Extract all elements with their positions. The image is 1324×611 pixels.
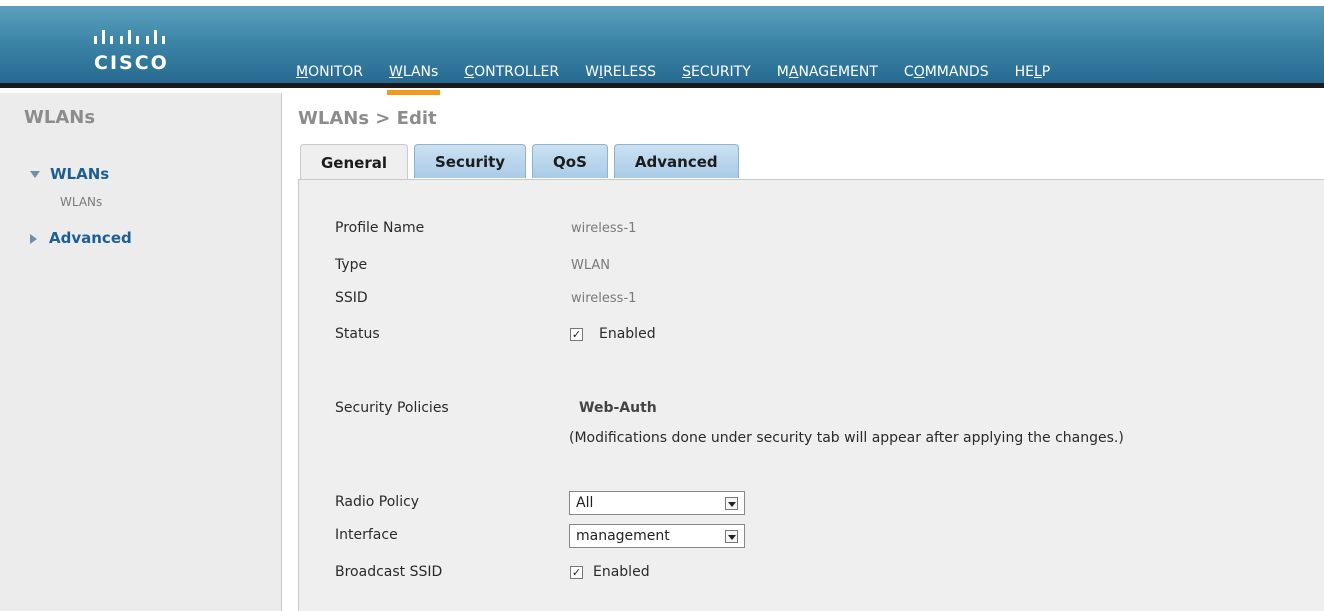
nav-help[interactable]: HELP	[1015, 64, 1051, 80]
nav-controller[interactable]: CONTROLLER	[464, 64, 559, 80]
nav-underline	[0, 83, 1324, 88]
tab-bar: General Security QoS Advanced	[300, 144, 745, 180]
cisco-logo: CISCO	[90, 24, 180, 84]
interface-label: Interface	[335, 527, 398, 543]
nav-security[interactable]: SECURITY	[682, 64, 751, 80]
expand-down-icon	[30, 171, 40, 178]
nav-management[interactable]: MANAGEMENT	[777, 64, 878, 80]
tab-qos[interactable]: QoS	[532, 144, 608, 178]
radio-policy-select[interactable]: All	[569, 491, 745, 515]
nav-wlans[interactable]: WLANs	[387, 64, 441, 95]
radio-policy-selected: All	[576, 495, 594, 511]
cisco-bridge-icon	[94, 30, 165, 44]
broadcast-ssid-label: Broadcast SSID	[335, 564, 443, 580]
profile-name-value: wireless-1	[571, 221, 637, 236]
sidebar-item-advanced[interactable]: Advanced	[30, 229, 132, 247]
security-policies-value: Web-Auth	[579, 400, 657, 416]
type-value: WLAN	[571, 258, 611, 273]
security-note: (Modifications done under security tab w…	[569, 430, 1124, 446]
logo-text: CISCO	[94, 52, 169, 74]
broadcast-ssid-enabled-label: Enabled	[593, 564, 650, 580]
dropdown-arrow-icon	[725, 497, 738, 510]
general-panel: Profile Name wireless-1 Type WLAN SSID w…	[298, 179, 1324, 611]
radio-policy-label: Radio Policy	[335, 494, 420, 510]
expand-right-icon	[30, 233, 37, 244]
interface-select[interactable]: management	[569, 524, 745, 548]
sidebar-title: WLANs	[24, 107, 96, 128]
ssid-label: SSID	[335, 290, 368, 306]
ssid-value: wireless-1	[571, 291, 637, 306]
sidebar: WLANs WLANs WLANs Advanced	[0, 93, 282, 611]
nav-monitor[interactable]: MONITOR	[296, 64, 363, 80]
nav-wireless[interactable]: WIRELESS	[585, 64, 656, 80]
sidebar-subitem-wlans[interactable]: WLANs	[60, 195, 102, 209]
sidebar-item-label: Advanced	[49, 229, 132, 247]
broadcast-ssid-checkbox[interactable]: ✓	[570, 566, 583, 579]
nav-commands[interactable]: COMMANDS	[904, 64, 989, 80]
tab-security[interactable]: Security	[414, 144, 527, 178]
sidebar-item-label: WLANs	[50, 165, 110, 183]
interface-selected: management	[576, 528, 670, 544]
status-enabled-checkbox[interactable]: ✓	[570, 328, 583, 341]
tab-advanced[interactable]: Advanced	[613, 144, 739, 178]
status-label: Status	[335, 326, 380, 342]
dropdown-arrow-icon	[725, 530, 738, 543]
top-nav-bar: CISCO MONITOR WLANs CONTROLLER WIRELESS …	[0, 0, 1324, 95]
tab-general[interactable]: General	[300, 144, 408, 180]
profile-name-label: Profile Name	[335, 220, 425, 236]
page-title: WLANs > Edit	[298, 108, 437, 129]
security-policies-label: Security Policies	[335, 400, 449, 416]
type-label: Type	[335, 257, 368, 273]
sidebar-item-wlans[interactable]: WLANs	[30, 165, 109, 183]
status-enabled-label: Enabled	[599, 326, 656, 342]
